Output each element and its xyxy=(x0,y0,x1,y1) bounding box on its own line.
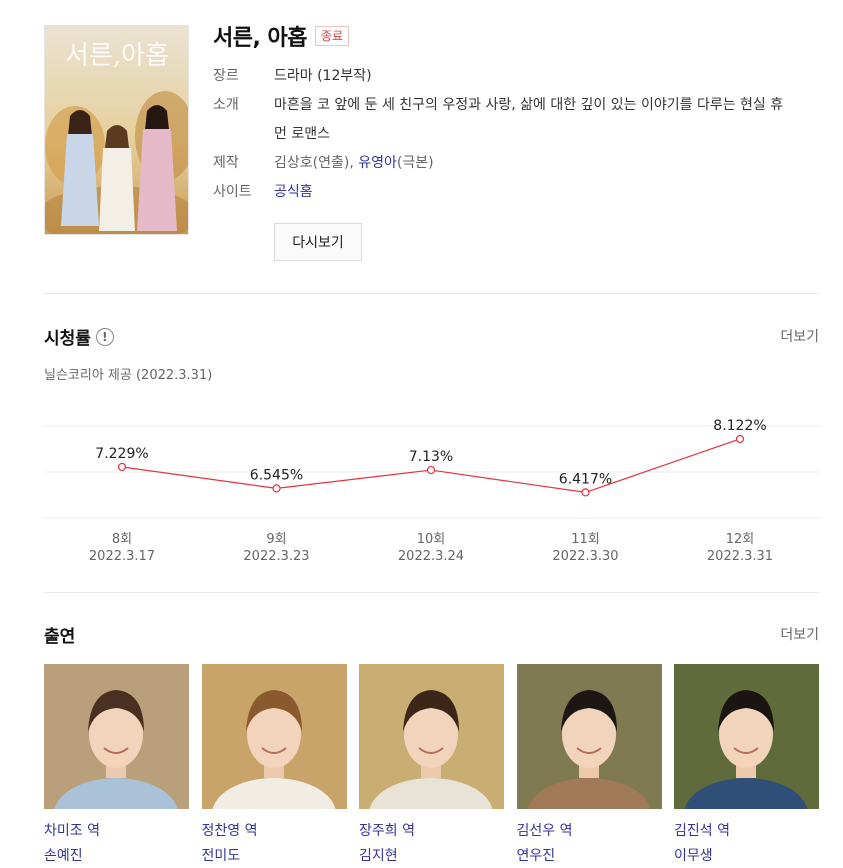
production-label: 제작 xyxy=(213,155,239,171)
cast-title: 출연 xyxy=(44,622,75,647)
poster-image: 서른,아홉 xyxy=(45,26,188,234)
cast-photo[interactable] xyxy=(359,664,504,809)
chart-date-label: 2022.3.23 xyxy=(243,549,309,564)
status-badge: 종료 xyxy=(314,26,350,46)
writer-link[interactable]: 유영아 xyxy=(358,155,397,171)
chart-category-label: 10회 xyxy=(417,532,446,547)
info-row-site: 사이트 공식홈 xyxy=(213,178,794,207)
chart-data-label: 7.13% xyxy=(409,449,453,465)
chart-data-label: 7.229% xyxy=(95,446,148,462)
chart-point xyxy=(735,434,745,444)
chart-category-label: 8회 xyxy=(112,532,132,547)
chart-data-label: 8.122% xyxy=(713,418,766,434)
production-value: 김상호(연출), 유영아(극본) xyxy=(274,149,794,178)
cast-actor[interactable]: 손예진 xyxy=(44,843,189,868)
synopsis-value: 마흔을 코 앞에 둔 세 친구의 우정과 사랑, 삶에 대한 깊이 있는 이야기… xyxy=(274,97,784,142)
director-role: (연출), xyxy=(312,155,359,171)
rewatch-button[interactable]: 다시보기 xyxy=(274,223,362,261)
poster-title-text: 서른,아홉 xyxy=(65,41,169,71)
info-row-genre: 장르 드라마 (12부작) xyxy=(213,62,794,91)
drama-info: 장르 드라마 (12부작) 소개 마흔을 코 앞에 둔 세 친구의 우정과 사랑… xyxy=(213,62,794,207)
cast-card[interactable]: 김선우 역 연우진 xyxy=(516,664,662,868)
official-site-link[interactable]: 공식홈 xyxy=(274,178,794,207)
ratings-title-text: 시청률 xyxy=(44,329,91,349)
site-label: 사이트 xyxy=(213,184,252,200)
cast-role[interactable]: 차미조 역 xyxy=(44,819,189,843)
ratings-chart: 7.229% 8회 2022.3.17 6.545% 9회 2022.3.23 7.13% 1… xyxy=(44,400,819,575)
chart-data-label: 6.417% xyxy=(559,471,612,487)
cast-more-link[interactable]: 더보기 xyxy=(780,624,819,644)
chart-category-label: 12회 xyxy=(726,532,755,547)
cast-actor[interactable]: 전미도 xyxy=(202,843,347,868)
cast-role[interactable]: 김진석 역 xyxy=(674,819,819,843)
cast-role[interactable]: 김선우 역 xyxy=(517,819,662,843)
chart-point xyxy=(426,465,436,475)
drama-poster[interactable]: 서른,아홉 xyxy=(44,25,189,235)
chart-point xyxy=(581,488,590,497)
chart-point xyxy=(117,462,127,472)
chart-date-label: 2022.3.24 xyxy=(398,549,464,564)
section-divider xyxy=(44,293,819,294)
ratings-title: 시청률 ! xyxy=(44,324,114,349)
chart-date-label: 2022.3.31 xyxy=(707,549,773,564)
section-divider xyxy=(44,592,819,593)
chart-category-label: 11회 xyxy=(571,532,600,547)
info-icon[interactable]: ! xyxy=(95,327,114,346)
ratings-more-link[interactable]: 더보기 xyxy=(780,326,819,346)
genre-value: 드라마 (12부작) xyxy=(274,68,372,84)
chart-point xyxy=(272,484,281,493)
cast-actor[interactable]: 김지현 xyxy=(359,843,504,868)
cast-photo[interactable] xyxy=(674,664,819,809)
cast-photo[interactable] xyxy=(44,664,189,809)
chart-date-label: 2022.3.30 xyxy=(552,549,618,564)
cast-title-text: 출연 xyxy=(44,627,76,647)
ratings-source: 닐슨코리아 제공 (2022.3.31) xyxy=(44,368,213,383)
page-title: 서른, 아홉 xyxy=(213,26,307,51)
cast-role[interactable]: 정찬영 역 xyxy=(202,819,347,843)
writer-role: (극본) xyxy=(396,155,434,171)
cast-card[interactable]: 정찬영 역 전미도 xyxy=(201,664,347,868)
cast-photo[interactable] xyxy=(201,664,347,809)
info-row-synopsis: 소개 마흔을 코 앞에 둔 세 친구의 우정과 사랑, 삶에 대한 깊이 있는 … xyxy=(213,91,794,149)
info-row-production: 제작 김상호(연출), 유영아(극본) xyxy=(213,149,794,178)
cast-role[interactable]: 장주희 역 xyxy=(359,819,504,843)
ratings-chart-svg: 7.229% 8회 2022.3.17 6.545% 9회 2022.3.23 7.13% 1… xyxy=(44,418,819,564)
cast-photo[interactable] xyxy=(516,664,662,809)
cast-actor[interactable]: 이무생 xyxy=(674,843,819,868)
cast-card[interactable]: 장주희 역 김지현 xyxy=(359,664,504,868)
genre-label: 장르 xyxy=(213,68,239,84)
chart-data-label: 6.545% xyxy=(250,467,303,483)
cast-card[interactable]: 김진석 역 이무생 xyxy=(674,664,819,868)
chart-category-label: 9회 xyxy=(266,532,286,547)
chart-series-line xyxy=(121,438,741,494)
cast-card[interactable]: 차미조 역 손예진 xyxy=(44,664,189,868)
cast-actor[interactable]: 연우진 xyxy=(517,843,662,868)
director-name: 김상호 xyxy=(274,155,313,171)
synopsis-label: 소개 xyxy=(213,97,239,113)
chart-date-label: 2022.3.17 xyxy=(89,549,155,564)
